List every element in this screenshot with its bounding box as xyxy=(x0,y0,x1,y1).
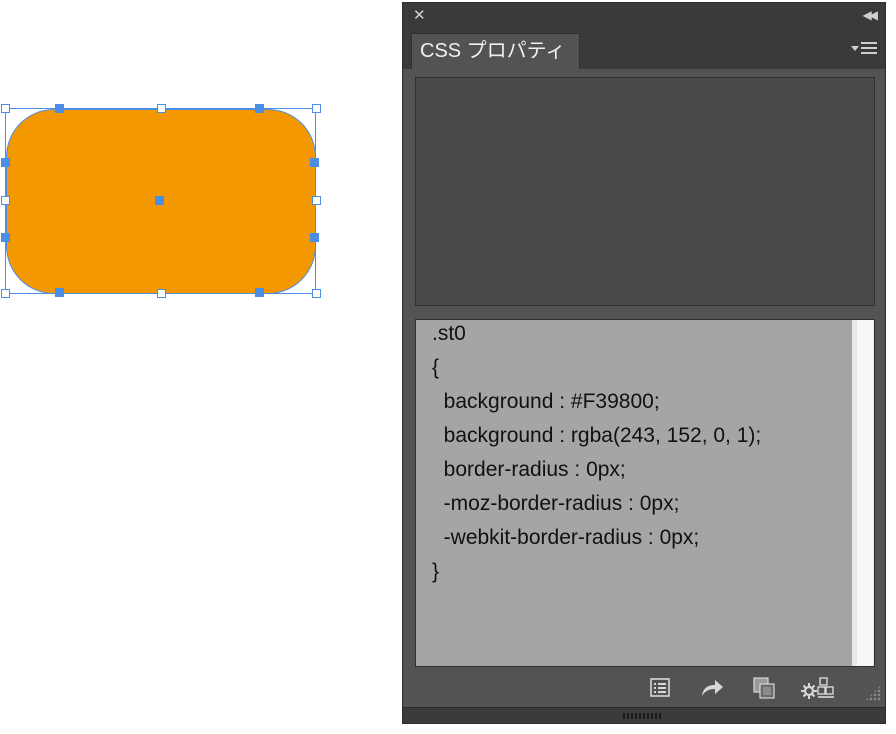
code-line: -webkit-border-radius : 0px; xyxy=(432,526,700,549)
code-line: background : #F39800; xyxy=(432,390,660,413)
selection-handle-top-right[interactable] xyxy=(312,104,321,113)
anchor-point[interactable] xyxy=(1,158,10,167)
css-code-area[interactable]: .st0 { background : #F39800; background … xyxy=(415,319,875,667)
anchor-point[interactable] xyxy=(55,288,64,297)
artboard[interactable] xyxy=(0,0,400,734)
tab-css-properties[interactable]: CSS プロパティ xyxy=(411,33,581,69)
close-icon[interactable]: ✕ xyxy=(413,8,426,24)
anchor-point[interactable] xyxy=(255,288,264,297)
selection-handle-bottom-center[interactable] xyxy=(157,289,166,298)
panel-menu-icon[interactable] xyxy=(851,39,877,59)
double-chevron-left-icon[interactable]: ◀◀ xyxy=(863,8,879,22)
anchor-point[interactable] xyxy=(255,104,264,113)
selection-handle-top-center[interactable] xyxy=(157,104,166,113)
settings-options-icon[interactable] xyxy=(801,675,835,701)
export-arrow-icon[interactable] xyxy=(699,675,725,701)
anchor-point[interactable] xyxy=(310,158,319,167)
selection-handle-top-left[interactable] xyxy=(1,104,10,113)
code-line: border-radius : 0px; xyxy=(432,458,626,481)
css-code-list: .st0 { background : #F39800; background … xyxy=(432,320,761,592)
panel-toolbar xyxy=(403,671,885,707)
panel-tab-row: CSS プロパティ xyxy=(403,31,885,69)
center-point[interactable] xyxy=(155,196,164,205)
selection-handle-bottom-right[interactable] xyxy=(312,289,321,298)
panel-statusbar xyxy=(403,707,885,723)
code-line: -moz-border-radius : 0px; xyxy=(432,492,680,515)
vertical-scrollbar[interactable] xyxy=(852,320,874,666)
style-preview-area xyxy=(415,77,875,306)
panel-drag-grip[interactable] xyxy=(623,713,663,719)
selection-handle-middle-left[interactable] xyxy=(1,196,10,205)
selection-handle-bottom-left[interactable] xyxy=(1,289,10,298)
selection-handle-middle-right[interactable] xyxy=(312,196,321,205)
copy-layers-icon[interactable] xyxy=(751,675,777,701)
css-properties-panel: ✕ ◀◀ CSS プロパティ .st0 { background : #F398… xyxy=(402,2,886,724)
code-line: .st0 xyxy=(432,322,466,345)
anchor-point[interactable] xyxy=(55,104,64,113)
panel-titlebar[interactable]: ✕ ◀◀ xyxy=(403,3,885,31)
code-line: { xyxy=(432,356,440,379)
list-icon[interactable] xyxy=(647,675,673,701)
scrollbar-thumb[interactable] xyxy=(857,320,873,666)
code-line: background : rgba(243, 152, 0, 1); xyxy=(432,424,762,447)
code-line: } xyxy=(432,560,440,583)
anchor-point[interactable] xyxy=(310,233,319,242)
anchor-point[interactable] xyxy=(1,233,10,242)
